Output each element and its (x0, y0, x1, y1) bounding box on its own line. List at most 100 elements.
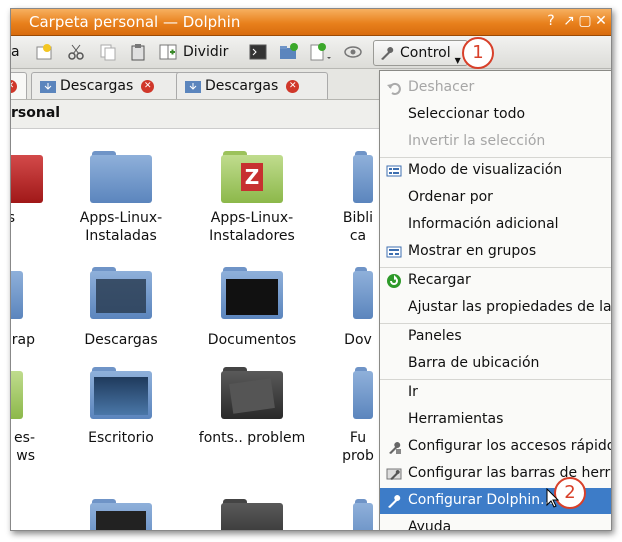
wrench-icon (388, 495, 401, 508)
tab-descargas-2[interactable]: Descargas ✕ (176, 72, 328, 99)
paste-icon[interactable] (129, 42, 147, 62)
archive-z-icon: Z (241, 163, 263, 191)
menu-item-label: Modo de visualización (408, 162, 563, 178)
menu-item-modo-visualizacion[interactable]: Modo de visualización (380, 158, 611, 184)
thumbnail-icon (96, 279, 146, 313)
control-label: Control (400, 45, 451, 61)
mouse-cursor-icon (546, 488, 560, 508)
folder-label: Bibli ca (342, 210, 374, 244)
folder-label: fonts.. problem (198, 430, 306, 446)
main-toolbar: a Dividir Control ▼ 1 (11, 36, 611, 69)
menu-item-label: Ir (408, 384, 418, 400)
preview-eye-icon[interactable] (343, 42, 363, 62)
folder-label: es- ws (14, 430, 35, 464)
terminal-icon[interactable] (249, 42, 267, 62)
tab-label: Descargas (205, 78, 279, 94)
minimize-icon[interactable]: ↗ (561, 13, 577, 29)
toolbar-partial-label: a (11, 44, 20, 60)
help-icon[interactable]: ? (543, 13, 559, 29)
tab-descargas-1[interactable]: Descargas ✕ (31, 72, 183, 99)
tab-close-icon[interactable]: ✕ (11, 79, 17, 93)
folder-icon[interactable] (11, 367, 23, 419)
reload-icon (387, 274, 401, 288)
maximize-icon[interactable]: ▢ (577, 13, 593, 29)
copy-icon[interactable] (99, 42, 117, 62)
folder-icon[interactable] (90, 499, 152, 530)
toolbar-partial-button[interactable]: a (11, 42, 20, 62)
step-1-callout: 1 (462, 37, 494, 69)
menu-item-informacion-adicional[interactable]: Información adicional (380, 212, 611, 238)
new-folder-icon[interactable] (279, 42, 299, 62)
menu-item-label: Ayuda (408, 519, 452, 531)
shortcuts-icon (389, 442, 401, 454)
thumbnail-icon (229, 378, 275, 414)
menu-item-label: Información adicional (408, 216, 559, 232)
folder-icon[interactable] (353, 367, 373, 419)
folder-label: Documentos (207, 332, 297, 348)
folder-icon[interactable] (11, 151, 43, 203)
cut-icon[interactable] (67, 42, 85, 62)
menu-item-label: Herramientas (408, 411, 504, 427)
tab-home[interactable]: ✕ (11, 72, 27, 99)
folder-icon[interactable] (90, 267, 152, 319)
menu-item-configurar-accesos[interactable]: Configurar los accesos rápidos (380, 434, 612, 460)
menu-item-ir[interactable]: Ir (380, 380, 611, 406)
control-menu-button[interactable]: Control ▼ (373, 40, 468, 66)
thumbnail-icon (226, 279, 278, 315)
menu-item-label: Paneles (408, 328, 462, 344)
menu-item-ordenar-por[interactable]: Ordenar por (380, 185, 611, 211)
folder-icon[interactable] (221, 499, 283, 530)
menu-item-seleccionar-todo[interactable]: Seleccionar todo (380, 102, 611, 128)
toolbars-icon (386, 468, 402, 480)
menu-item-label: Configurar los accesos rápidos (408, 438, 612, 454)
folder-icon[interactable] (90, 151, 152, 203)
download-folder-icon (185, 81, 201, 93)
location-text: rsonal (11, 105, 61, 121)
menu-item-recargar[interactable]: Recargar (380, 268, 611, 294)
menu-item-barra-ubicacion[interactable]: Barra de ubicación (380, 351, 611, 377)
folder-label: s (11, 209, 15, 227)
folder-label: Escritorio (88, 430, 154, 446)
folder-label: Dov (344, 332, 372, 348)
new-folder-star-icon[interactable] (35, 42, 53, 62)
thumbnail-icon (94, 377, 148, 415)
tab-close-icon[interactable]: ✕ (286, 79, 300, 93)
tab-close-icon[interactable]: ✕ (141, 79, 155, 93)
menu-item-label: Barra de ubicación (408, 355, 540, 371)
menu-item-label: Seleccionar todo (408, 106, 526, 122)
folder-icon[interactable] (353, 151, 373, 203)
title-bar: Carpeta personal — Dolphin ? ↗ ▢ ✕ (11, 9, 611, 36)
control-menu: Deshacer Seleccionar todo Invertir la se… (379, 70, 612, 531)
menu-item-label: Mostrar en grupos (408, 243, 537, 259)
tab-label: Descargas (60, 78, 134, 94)
menu-item-label: Recargar (408, 272, 471, 288)
menu-item-paneles[interactable]: Paneles (380, 324, 611, 350)
menu-item-invertir-seleccion[interactable]: Invertir la selección (380, 129, 611, 155)
folder-icon[interactable] (11, 267, 23, 319)
menu-item-deshacer[interactable]: Deshacer (380, 75, 611, 101)
folder-label: Descargas (84, 332, 158, 348)
menu-item-herramientas[interactable]: Herramientas (380, 407, 611, 433)
dropdown-arrow-icon: ▼ (454, 56, 461, 65)
split-label: Dividir (183, 44, 229, 60)
menu-item-label: Deshacer (408, 79, 475, 95)
window-title: Carpeta personal — Dolphin (29, 13, 241, 31)
folder-icon[interactable] (221, 267, 283, 319)
folder-icon[interactable]: Z (221, 151, 283, 203)
menu-item-label: Configurar las barras de herra (408, 465, 612, 481)
folder-label: rap (11, 332, 35, 348)
menu-item-ayuda[interactable]: Ayuda (380, 515, 611, 531)
wrench-icon (381, 47, 394, 60)
close-icon[interactable]: ✕ (593, 13, 609, 29)
folder-icon[interactable] (353, 499, 373, 530)
folder-icon[interactable] (353, 267, 373, 319)
menu-item-mostrar-grupos[interactable]: Mostrar en grupos (380, 239, 611, 265)
folder-icon[interactable] (221, 367, 283, 419)
folder-icon[interactable] (90, 367, 152, 419)
menu-item-ajustar-propiedades[interactable]: Ajustar las propiedades de la v (380, 295, 612, 321)
split-button[interactable]: Dividir (159, 42, 228, 62)
menu-item-label: Ajustar las propiedades de la v (408, 299, 612, 315)
download-folder-icon (40, 81, 56, 93)
groups-icon (386, 246, 402, 258)
new-file-icon[interactable] (309, 42, 333, 62)
